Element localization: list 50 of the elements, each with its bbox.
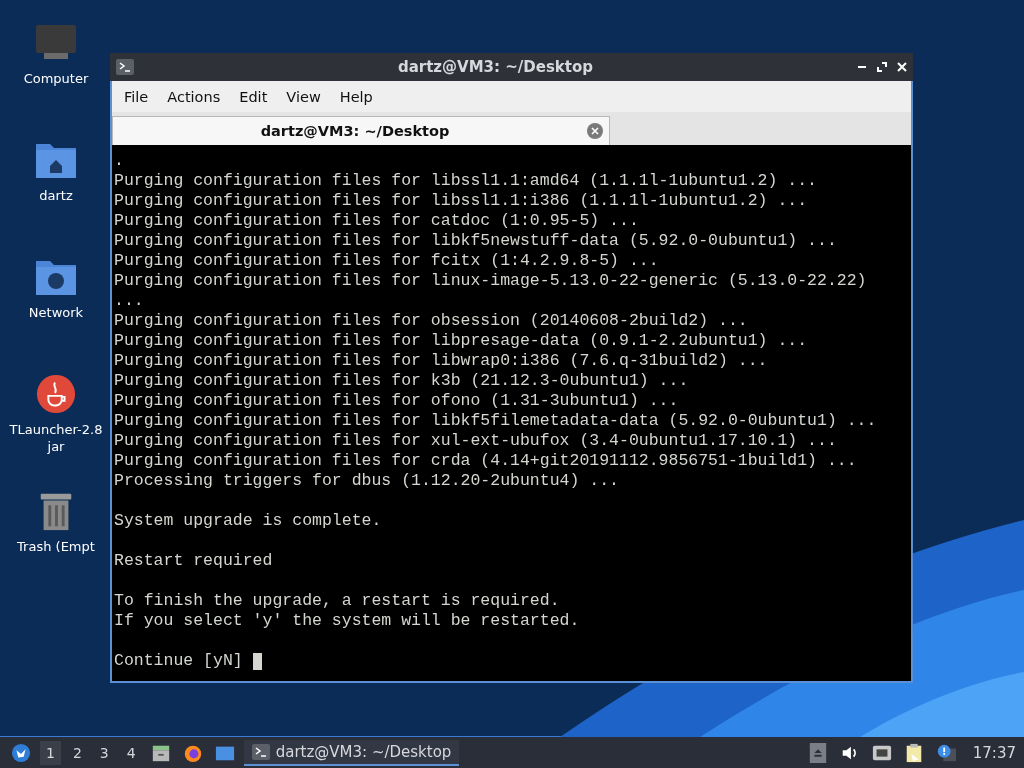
terminal-line: Purging configuration files for libkf5newstuff-data (5.92.0-0ubuntu1) ...	[114, 231, 838, 251]
terminal-line: Purging configuration files for xul-ext-ubufox (3.4-0ubuntu1.17.10.1) ...	[114, 431, 838, 451]
terminal-line: Purging configuration files for libwrap0:i386 (7.6.q-31build2) ...	[114, 351, 769, 371]
eject-icon[interactable]	[807, 742, 828, 763]
terminal-line: ...	[114, 291, 145, 311]
workspace-button[interactable]: 1	[40, 740, 61, 765]
desktop-icon-label[interactable]: Network	[4, 304, 108, 321]
terminal-line: To finish the upgrade, a restart is required.	[114, 591, 561, 611]
desktop-icon-label[interactable]: TLauncher-2.8 jar	[4, 421, 108, 455]
terminal-line: Purging configuration files for fcitx (1:4.2.9.8-5) ...	[114, 251, 660, 271]
terminal-line: System upgrade is complete.	[114, 511, 383, 531]
terminal-icon	[116, 59, 134, 75]
desktop-icon-label[interactable]: Computer	[4, 70, 108, 87]
menu-item[interactable]: File	[122, 88, 158, 105]
terminal-line: Purging configuration files for libkf5filemetadata-data (5.92.0-0ubuntu1) ...	[114, 411, 878, 431]
close-icon[interactable]	[897, 62, 907, 72]
desktop-icon-label[interactable]: dartz	[4, 187, 108, 204]
terminal-line: .	[114, 151, 125, 171]
terminal-line: Purging configuration files for linux-image-5.13.0-22-generic (5.13.0-22.22)	[114, 271, 868, 291]
menu-item[interactable]: Actions	[165, 88, 230, 105]
start-menu-icon[interactable]	[11, 742, 31, 763]
menu-item[interactable]: View	[284, 88, 330, 105]
java-cup-icon[interactable]	[34, 373, 78, 415]
terminal-line: Purging configuration files for obsession (20140608-2build2) ...	[114, 311, 749, 331]
notification-icon[interactable]	[935, 742, 956, 763]
menu-item[interactable]: Edit	[237, 88, 277, 105]
workspace-button[interactable]: 3	[93, 740, 115, 765]
workspace-button[interactable]: 2	[66, 740, 88, 765]
terminal-icon	[251, 743, 270, 760]
workspace-button[interactable]: 4	[120, 740, 142, 765]
close-tab-icon[interactable]	[587, 123, 603, 139]
terminal-prompt: Continue [yN]	[114, 651, 243, 671]
terminal-line: Purging configuration files for ofono (1.31-3ubuntu1) ...	[114, 391, 680, 411]
desktop-icon-label[interactable]: Trash (Empt	[4, 538, 108, 555]
menu-item[interactable]: Help	[337, 88, 382, 105]
maximize-icon[interactable]	[877, 62, 887, 72]
text-cursor	[252, 652, 262, 670]
terminal-line: If you select 'y' the system will be restarted.	[114, 611, 581, 631]
terminal-line: Restart required	[114, 551, 274, 571]
terminal-tab[interactable]: dartz@VM3: ~/Desktop	[112, 116, 610, 145]
terminal-line: Purging configuration files for libssl1.1:amd64 (1.1.1l-1ubuntu1.2) ...	[114, 171, 818, 191]
window-title: dartz@VM3: ~/Desktop	[396, 58, 595, 76]
terminal-line: Purging configuration files for libpresage-data (0.9.1-2.2ubuntu1) ...	[114, 331, 809, 351]
taskbar-task[interactable]: dartz@VM3: ~/Desktop	[243, 739, 460, 766]
terminal-line: Purging configuration files for k3b (21.12.3-0ubuntu1) ...	[114, 371, 690, 391]
terminal-line: Purging configuration files for libssl1.1:i386 (1.1.1l-1ubuntu1.2) ...	[114, 191, 809, 211]
terminal-line: Purging configuration files for catdoc (1:0.95-5) ...	[114, 211, 640, 231]
terminal-line: Purging configuration files for crda (4.14+git20191112.9856751-1build1) ...	[114, 451, 858, 471]
terminal-line: Processing triggers for dbus (1.12.20-2ubuntu4) ...	[114, 471, 620, 491]
clock[interactable]: 17:37	[972, 743, 1016, 762]
